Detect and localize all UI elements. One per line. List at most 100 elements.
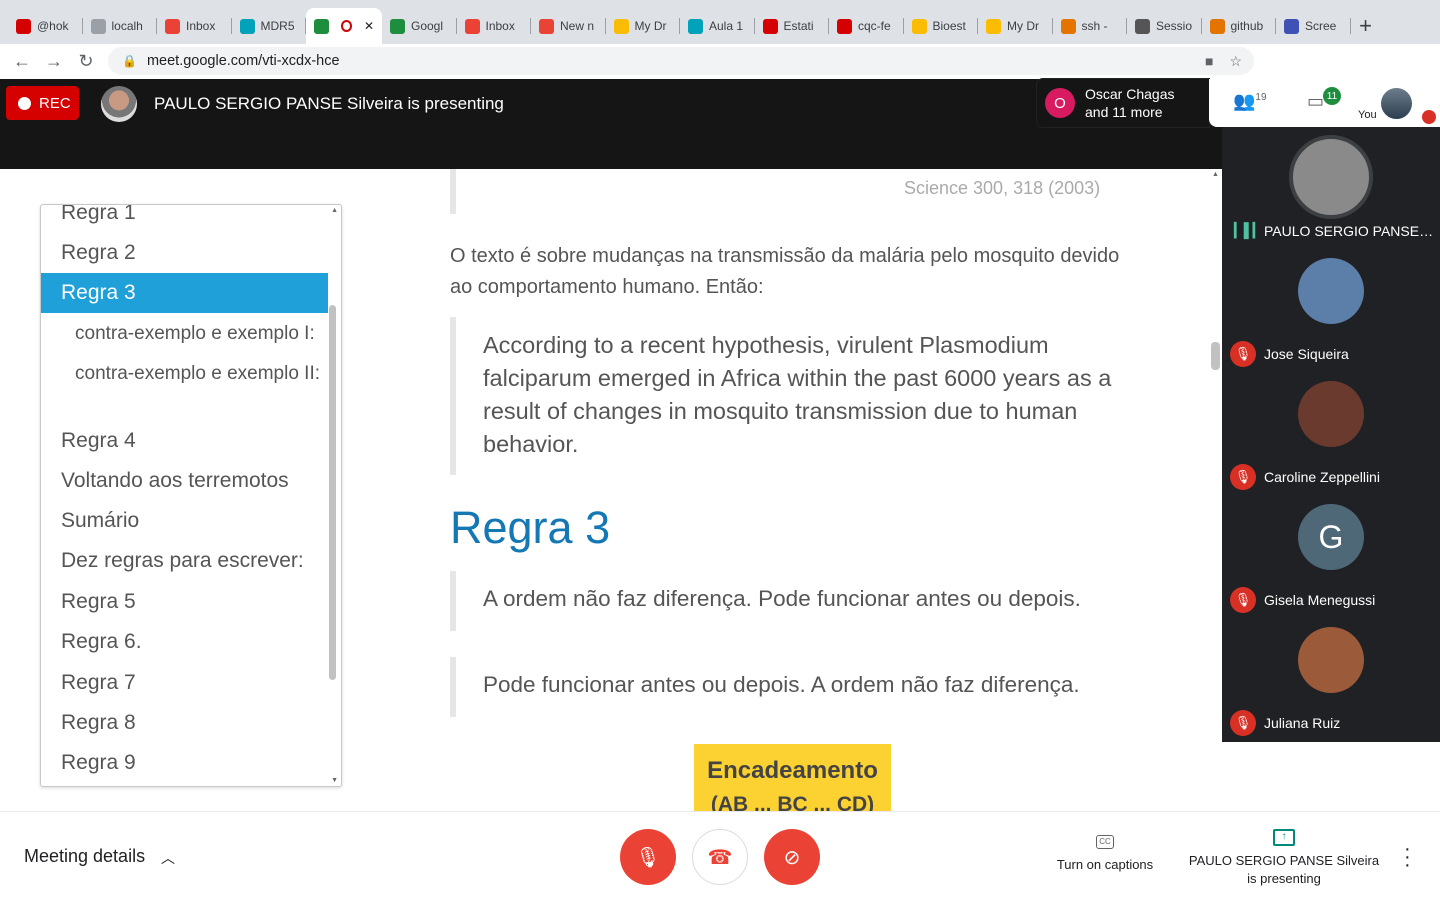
- meet-controls: 👥19 ▭ 11 You: [1209, 79, 1440, 127]
- back-icon[interactable]: ←: [6, 51, 38, 72]
- slide-quote-2: A ordem não faz diferença. Pode funciona…: [483, 586, 1081, 611]
- quote-bar: [450, 571, 456, 631]
- browser-tab[interactable]: Estati: [755, 8, 830, 44]
- slide-scroll-up-icon[interactable]: ▲: [1212, 171, 1219, 178]
- tab-favicon-icon: [165, 18, 180, 34]
- presentation-area: Regra 9 Regra 8 Regra 7 Regra 6. Regra 5 Dez …: [0, 169, 1222, 811]
- star-icon[interactable]: ☆: [1229, 53, 1242, 70]
- bottom-bar: Meeting details ︿ 🎙 ☎ ⊘ CC Turn on capti…: [0, 811, 1440, 900]
- captions-button[interactable]: CC Turn on captions: [1050, 832, 1160, 872]
- tab-favicon-icon: [688, 18, 703, 34]
- browser-tab[interactable]: Scree: [1276, 8, 1351, 44]
- slide-heading: Regra 3: [450, 502, 611, 553]
- chevron-up-icon[interactable]: ︿: [161, 848, 175, 868]
- browser-tab[interactable]: ssh -: [1053, 8, 1128, 44]
- new-tab-icon[interactable]: +: [1351, 8, 1381, 44]
- present-screen-icon: ↑: [1273, 829, 1295, 846]
- participant-name: PAULO SERGIO PANSE Silveira: [1264, 223, 1436, 239]
- browser-tab[interactable]: My Dr: [978, 8, 1053, 44]
- tab-favicon-icon: [239, 18, 255, 34]
- avatar-initial: G: [1318, 518, 1344, 555]
- tab-title: Bioest: [932, 19, 966, 33]
- participant-name: Juliana Ruiz: [1264, 715, 1341, 731]
- browser-tab[interactable]: localh: [83, 8, 158, 44]
- browser-tab[interactable]: Inbox: [157, 8, 232, 44]
- outline-item[interactable]: Regra 9: [41, 743, 328, 783]
- present-button[interactable]: ↑ PAULO SERGIO PANSE Silveira is present…: [1186, 826, 1382, 888]
- tab-favicon-icon: [986, 18, 1001, 34]
- browser-tab[interactable]: ✕: [306, 8, 382, 44]
- browser-tab[interactable]: My Dr: [606, 8, 681, 44]
- scroll-up-icon[interactable]: ▲: [331, 207, 338, 214]
- scroll-down-icon[interactable]: ▼: [331, 777, 338, 784]
- mic-off-icon: 🎙: [1230, 341, 1256, 367]
- browser-tab[interactable]: Sessio: [1127, 8, 1202, 44]
- tab-favicon-icon: [390, 18, 405, 34]
- tab-title: Estati: [783, 19, 814, 33]
- leave-call-button[interactable]: ☎: [692, 829, 748, 885]
- outline-subitem[interactable]: contra-exemplo e exemplo I:: [41, 313, 328, 353]
- close-tab-icon[interactable]: ✕: [364, 19, 374, 33]
- tab-favicon-icon: [314, 18, 329, 34]
- outline-item[interactable]: Regra 1: [41, 205, 328, 233]
- mic-toggle-button[interactable]: 🎙: [620, 829, 676, 885]
- browser-tab[interactable]: github: [1202, 8, 1277, 44]
- outline-scrollbar-thumb[interactable]: [329, 305, 336, 680]
- browser-tab[interactable]: Inbox: [457, 8, 532, 44]
- lock-icon: 🔒: [122, 54, 137, 68]
- slide-paragraph: O texto é sobre mudanças na transmissão …: [450, 245, 1120, 298]
- outline-item[interactable]: Voltando aos terremotos: [41, 461, 328, 501]
- outline-item[interactable]: Regra 3: [41, 273, 328, 313]
- forward-icon[interactable]: →: [38, 51, 70, 72]
- quote-bar: [450, 169, 456, 214]
- address-bar[interactable]: 🔒 meet.google.com/vti-xcdx-hce ■ ☆: [108, 47, 1254, 75]
- browser-tab[interactable]: Bioest: [904, 8, 979, 44]
- outline-item[interactable]: Regra 7: [41, 663, 328, 703]
- tab-favicon-icon: [1060, 18, 1076, 34]
- slide-outline: Regra 9 Regra 8 Regra 7 Regra 6. Regra 5 Dez …: [40, 204, 342, 787]
- people-count: 19: [1255, 92, 1267, 103]
- url-text: meet.google.com/vti-xcdx-hce: [146, 53, 340, 69]
- camera-icon[interactable]: ■: [1205, 53, 1213, 70]
- outline-item[interactable]: Regra 6.: [41, 622, 328, 662]
- participant-name: Jose Siqueira: [1264, 346, 1349, 362]
- browser-tab[interactable]: Googl: [382, 8, 457, 44]
- participant-avatar: [1298, 381, 1364, 447]
- camera-toggle-button[interactable]: ⊘: [764, 829, 820, 885]
- more-options-icon[interactable]: · · ·: [1404, 839, 1411, 875]
- recording-badge[interactable]: REC: [6, 86, 79, 120]
- quote-bar: [450, 317, 456, 475]
- tab-favicon-icon: [911, 18, 927, 34]
- outline-item[interactable]: Dez regras para escrever:: [41, 541, 328, 581]
- browser-tab[interactable]: @hok: [8, 8, 83, 44]
- mic-off-icon: 🎙: [635, 846, 661, 869]
- outline-item[interactable]: Regra 5: [41, 582, 328, 622]
- speaker-line1: Oscar Chagas: [1085, 86, 1175, 102]
- self-avatar[interactable]: [1381, 88, 1412, 119]
- outline-subitem[interactable]: contra-exemplo e exemplo II:: [41, 353, 328, 419]
- outline-item[interactable]: Regra 2: [41, 233, 328, 273]
- tab-title: ssh -: [1081, 19, 1108, 33]
- browser-tab[interactable]: cqc-fe: [829, 8, 904, 44]
- people-icon: 👥: [1233, 91, 1256, 111]
- tab-title: @hok: [37, 19, 69, 33]
- oscar-avatar: O: [1045, 88, 1075, 118]
- slide-blockquote: According to a recent hypothesis, virule…: [483, 332, 1112, 457]
- people-button[interactable]: 👥19: [1233, 91, 1267, 112]
- speaker-chip[interactable]: O Oscar Chagas and 11 more: [1037, 79, 1209, 127]
- browser-tab-strip: @hok localh Inbox MDR5 ✕ Googl Inbox New n My Dr…: [0, 0, 1440, 44]
- reload-icon[interactable]: ↻: [70, 51, 102, 72]
- slide-scrollbar-thumb[interactable]: [1211, 342, 1220, 370]
- browser-tab[interactable]: Aula 1: [680, 8, 755, 44]
- participant-avatar: [1289, 135, 1373, 219]
- mic-off-icon: 🎙: [1230, 587, 1256, 613]
- browser-tab[interactable]: New n: [531, 8, 606, 44]
- outline-item[interactable]: Regra 4: [41, 421, 328, 461]
- outline-item[interactable]: Regra 8: [41, 703, 328, 743]
- participant-name: Gisela Menegussi: [1264, 592, 1376, 608]
- browser-tab[interactable]: MDR5: [232, 8, 307, 44]
- chat-icon[interactable]: ▭: [1307, 91, 1324, 112]
- outline-item[interactable]: Sumário: [41, 501, 328, 541]
- meeting-details-button[interactable]: Meeting details: [24, 846, 145, 867]
- tab-title: cqc-fe: [858, 19, 891, 33]
